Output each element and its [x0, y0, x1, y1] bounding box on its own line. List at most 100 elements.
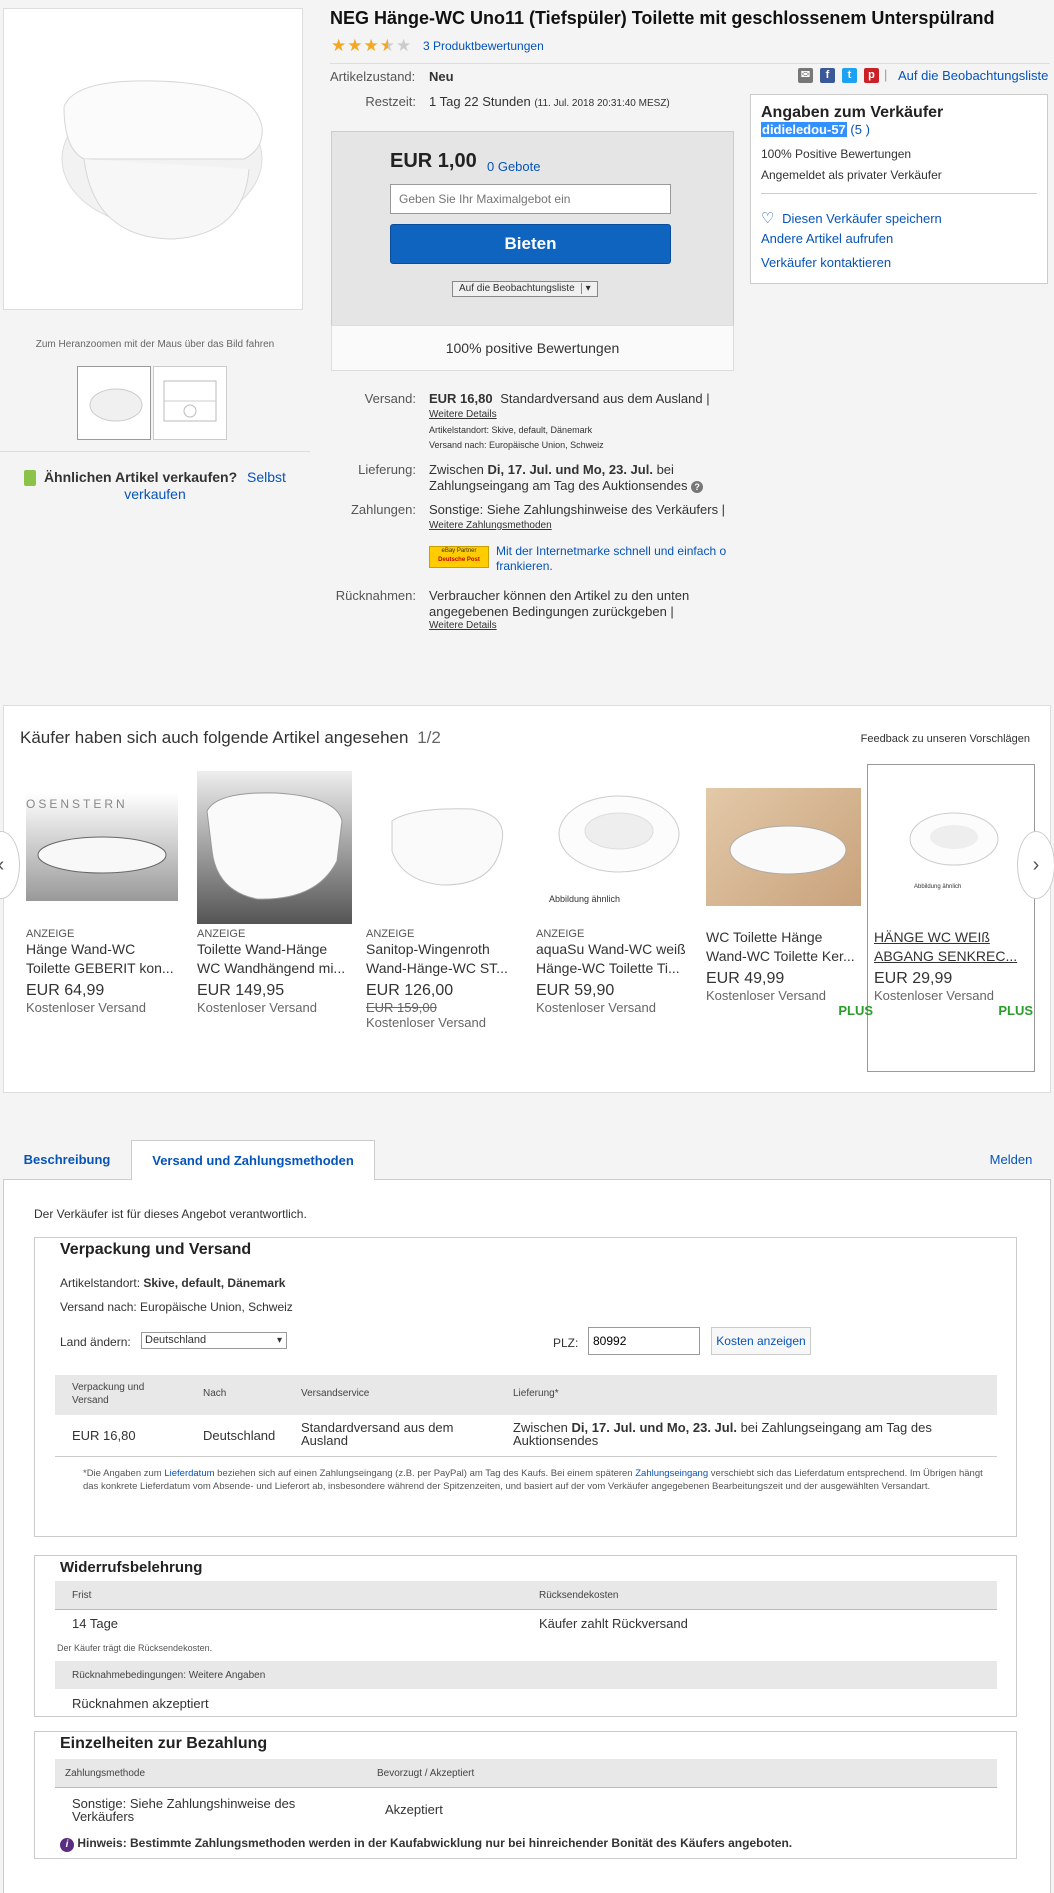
withdrawal-table-header: Frist Rücksendekosten	[55, 1581, 997, 1609]
seller-header: Angaben zum Verkäufer	[761, 104, 944, 121]
payments-value: Sonstige: Siehe Zahlungshinweise des Ver…	[429, 502, 726, 517]
tab-description[interactable]: Beschreibung	[3, 1140, 131, 1181]
item-card-6-selected[interactable]: Abbildung ähnlich	[867, 764, 1035, 1072]
plus-badge: PLUS	[838, 1003, 873, 1018]
twitter-icon[interactable]: t	[842, 68, 857, 83]
payment-table-row: Sonstige: Siehe Zahlungshinweise des Verk…	[55, 1787, 997, 1827]
similar-item-1[interactable]: ANZEIGE Hänge Wand-WC Toilette GEBERIT k…	[26, 928, 183, 1015]
item-image-4[interactable]: Abbildung ähnlich	[539, 779, 689, 909]
sell-yourself-link-2[interactable]: verkaufen	[124, 486, 185, 502]
country-label: Land ändern:	[60, 1335, 131, 1349]
returns-label: Rücknahmen:	[335, 588, 416, 603]
seller-type: Angemeldet als privater Verkäufer	[761, 168, 942, 182]
facebook-icon[interactable]: f	[820, 68, 835, 83]
star-icon: ★	[347, 36, 364, 55]
bids-count-link[interactable]: 0 Gebote	[487, 159, 541, 174]
tab-shipping-payment[interactable]: Versand und Zahlungsmethoden	[131, 1140, 375, 1181]
item-image-5[interactable]	[706, 788, 861, 906]
image-badge: OSENSTERN	[26, 797, 128, 811]
withdrawal-section: Widerrufsbelehrung Frist Rücksendekosten…	[34, 1555, 1017, 1717]
deutsche-post-logo: eBay Partner Deutsche Post	[429, 546, 489, 568]
plus-badge: PLUS	[998, 1003, 1033, 1018]
main-product-image[interactable]	[3, 8, 303, 310]
heart-icon: ♡	[761, 210, 775, 227]
image-note: Abbildung ähnlich	[549, 894, 621, 904]
shipping-table-row: EUR 16,80 Deutschland Standardversand au…	[55, 1415, 997, 1457]
star-icon: ★	[331, 36, 348, 55]
payment-title: Einzelheiten zur Bezahlung	[60, 1735, 268, 1752]
country-select[interactable]: Deutschland ▾	[141, 1332, 287, 1349]
payment-receipt-link[interactable]: Zahlungseingang	[635, 1468, 708, 1479]
returns-value: Verbraucher können den Artikel zu den un…	[429, 588, 690, 619]
payment-methods-link[interactable]: Weitere Zahlungsmethoden	[429, 520, 552, 531]
seller-score-link[interactable]: (5 )	[850, 122, 870, 137]
delivery-date-link[interactable]: Lieferdatum	[164, 1468, 214, 1479]
carousel-prev-button[interactable]: ‹	[0, 831, 20, 899]
thumbnail-2[interactable]	[153, 366, 227, 440]
pinterest-icon[interactable]: p	[864, 68, 879, 83]
chevron-down-icon: ▾	[276, 1335, 282, 1346]
star-icon: ★	[396, 36, 413, 55]
withdrawal-title: Widerrufsbelehrung	[60, 1559, 203, 1576]
tab-bar: Beschreibung Versand und Zahlungsmethode…	[3, 1140, 1051, 1181]
packaging-title: Verpackung und Versand	[60, 1241, 252, 1258]
similar-item-6[interactable]: HÄNGE WC WEIß ABGANG SENKREC... EUR 29,9…	[874, 928, 1033, 1018]
max-bid-input[interactable]	[390, 184, 671, 214]
item-location: Artikelstandort: Skive, default, Dänemar…	[429, 425, 593, 435]
zoom-hint: Zum Heranzoomen mit der Maus über das Bi…	[35, 339, 275, 350]
packaging-location: Artikelstandort: Skive, default, Dänemar…	[60, 1276, 286, 1290]
share-separator: |	[884, 67, 888, 82]
payment-info-note: i Hinweis: Bestimmte Zahlungsmethoden we…	[60, 1836, 792, 1852]
returns-details-link[interactable]: Weitere Details	[429, 620, 497, 631]
help-icon[interactable]: ?	[691, 481, 704, 493]
sell-similar: Ähnlichen Artikel verkaufen? Selbst verk…	[0, 451, 310, 502]
delivery-label: Lieferung:	[358, 462, 416, 477]
reviews-link[interactable]: 3 Produktbewertungen	[423, 39, 544, 53]
seller-box: Angaben zum Verkäufer didieledou-57 (5 )…	[750, 94, 1048, 284]
internetmarke-link[interactable]: Mit der Internetmarke schnell und einfac…	[496, 544, 741, 574]
similar-item-3[interactable]: ANZEIGE Sanitop-Wingenroth Wand-Hänge-WC…	[366, 928, 523, 1030]
seller-positive: 100% Positive Bewertungen	[761, 147, 912, 161]
return-cost-note: Der Käufer trägt die Rücksendekosten.	[57, 1643, 213, 1653]
thumbnail-1[interactable]	[77, 366, 151, 440]
similar-item-5[interactable]: WC Toilette Hänge Wand-WC Toilette Ker..…	[706, 928, 873, 1018]
shipping-table-header: Verpackung und Versand Nach Versandservi…	[55, 1375, 997, 1415]
shipping-details-link[interactable]: Weitere Details	[429, 409, 497, 420]
carousel-header: Käufer haben sich auch folgende Artikel …	[20, 728, 441, 747]
return-conditions-header: Rücknahmebedingungen: Weitere Angaben	[55, 1661, 997, 1689]
add-to-watchlist-button[interactable]: Auf die Beobachtungsliste ▾	[452, 281, 598, 297]
item-image-2[interactable]	[197, 771, 352, 924]
chevron-left-icon: ‹	[0, 854, 4, 876]
divider	[330, 63, 1050, 64]
similar-item-4[interactable]: ANZEIGE aquaSu Wand-WC weiß Hänge-WC Toi…	[536, 928, 693, 1015]
payments-label: Zahlungen:	[350, 502, 416, 517]
report-link[interactable]: Melden	[981, 1140, 1041, 1181]
seller-name-link[interactable]: didieledou-57	[761, 122, 847, 137]
other-items-link[interactable]: Andere Artikel aufrufen	[761, 231, 893, 246]
seller-responsible-note: Der Verkäufer ist für dieses Angebot ver…	[34, 1207, 307, 1221]
shipping-payment-panel: Der Verkäufer ist für dieses Angebot ver…	[3, 1180, 1051, 1893]
show-costs-button[interactable]: Kosten anzeigen	[711, 1327, 811, 1355]
save-seller-link[interactable]: Diesen Verkäufer speichern	[782, 211, 942, 226]
sell-yourself-link[interactable]: Selbst	[247, 469, 286, 485]
info-icon: i	[60, 1838, 74, 1852]
email-icon[interactable]: ✉	[798, 68, 813, 83]
similar-item-2[interactable]: ANZEIGE Toilette Wand-Hänge WC Wandhänge…	[197, 928, 354, 1015]
ships-to: Versand nach: Europäische Union, Schweiz	[429, 440, 604, 450]
item-image-1[interactable]: OSENSTERN	[26, 793, 178, 901]
contact-seller-link[interactable]: Verkäufer kontaktieren	[761, 255, 891, 270]
chevron-right-icon: ›	[1032, 854, 1040, 876]
plz-input[interactable]	[588, 1327, 700, 1355]
rating-stars: ★★★★★	[331, 36, 412, 56]
packaging-section: Verpackung und Versand Artikelstandort: …	[34, 1237, 1017, 1537]
time-left: 1 Tag 22 Stunden (11. Jul. 2018 20:31:40…	[429, 94, 670, 109]
shipping-price: EUR 16,80	[429, 391, 493, 406]
carousel-next-button[interactable]: ›	[1017, 831, 1054, 899]
condition-label: Artikelzustand:	[330, 69, 416, 84]
feedback-link[interactable]: Feedback zu unseren Vorschlägen	[861, 733, 1030, 745]
watchlist-link[interactable]: Auf die Beobachtungsliste	[898, 68, 1048, 83]
item-image-3[interactable]	[372, 791, 512, 901]
star-half-icon: ★	[379, 36, 396, 55]
delivery-footnote: *Die Angaben zum Lieferdatum beziehen si…	[83, 1468, 983, 1492]
bid-button[interactable]: Bieten	[390, 224, 671, 264]
